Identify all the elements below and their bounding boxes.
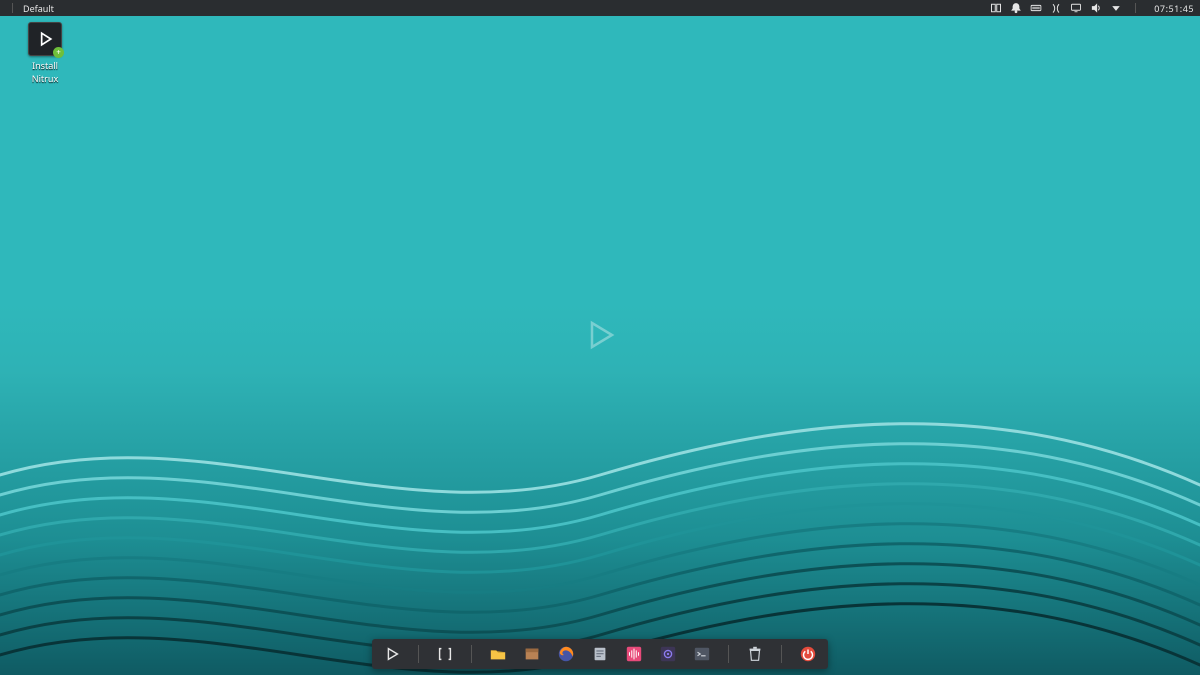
media-icon[interactable] [658,644,678,664]
desktop-wallpaper [0,0,1200,675]
system-tray: 07:51:45 [989,1,1194,15]
panel-separator [1135,3,1136,13]
dock-separator [728,645,729,663]
panel-separator [12,3,13,13]
tiling-icon[interactable] [989,1,1003,15]
archive-icon[interactable] [522,644,542,664]
dock-separator [418,645,419,663]
top-panel: Default 07:51:45 [0,0,1200,16]
klipper-icon[interactable] [1049,1,1063,15]
volume-icon[interactable] [1089,1,1103,15]
wallpaper-waves [0,355,1200,675]
install-nitrux-icon [28,22,62,56]
task-view-icon[interactable] [435,644,455,664]
nitrux-logo-icon [580,315,620,355]
install-badge-icon [53,47,64,58]
terminal-icon[interactable] [692,644,712,664]
power-icon[interactable] [798,644,818,664]
install-nitrux-launcher[interactable]: Install Nitrux [18,22,72,85]
install-nitrux-label: Install Nitrux [18,59,72,85]
dock-separator [471,645,472,663]
dock-panel [372,639,828,669]
firefox-icon[interactable] [556,644,576,664]
trash-icon[interactable] [745,644,765,664]
dock-separator [781,645,782,663]
display-icon[interactable] [1069,1,1083,15]
notes-icon[interactable] [590,644,610,664]
files-icon[interactable] [488,644,508,664]
music-icon[interactable] [624,644,644,664]
activity-switcher[interactable]: Default [19,2,58,15]
panel-clock[interactable]: 07:51:45 [1148,2,1194,15]
expand-tray-icon[interactable] [1109,1,1123,15]
keyboard-icon[interactable] [1029,1,1043,15]
notifications-icon[interactable] [1009,1,1023,15]
launcher-icon[interactable] [382,644,402,664]
